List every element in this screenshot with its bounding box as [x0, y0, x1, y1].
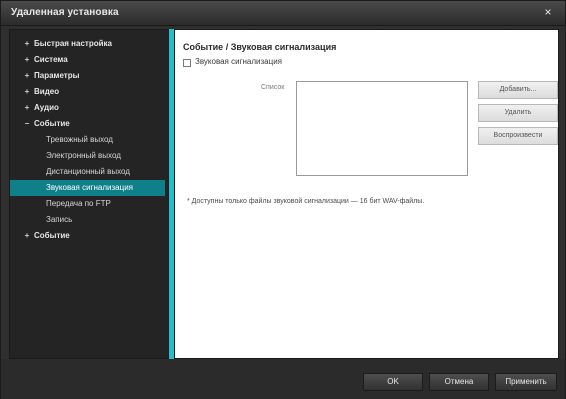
- sidebar-item-label: Видео: [34, 87, 60, 96]
- alarm-sound-checkbox[interactable]: [183, 59, 191, 67]
- sidebar-item[interactable]: Передача по FTP: [10, 196, 168, 212]
- title-bar[interactable]: Удаленная установка ×: [1, 1, 565, 26]
- expand-icon[interactable]: +: [22, 228, 32, 244]
- add-button[interactable]: Добавить...: [478, 81, 558, 99]
- ok-button[interactable]: OK: [363, 373, 423, 391]
- play-button[interactable]: Воспроизвести: [478, 127, 558, 145]
- sidebar-item[interactable]: + Событие: [10, 228, 168, 244]
- sidebar-item[interactable]: Электронный выход: [10, 148, 168, 164]
- sidebar-item[interactable]: + Параметры: [10, 68, 168, 84]
- cancel-button[interactable]: Отмена: [429, 373, 489, 391]
- expand-icon[interactable]: +: [22, 84, 32, 100]
- settings-tree: + Быстрая настройка + Система + Параметры + Вид…: [9, 29, 169, 359]
- sidebar-item[interactable]: Тревожный выход: [10, 132, 168, 148]
- remove-button[interactable]: Удалить: [478, 104, 558, 122]
- window-title: Удаленная установка: [11, 7, 119, 18]
- sidebar-item-label: Быстрая настройка: [34, 39, 112, 48]
- sidebar-item-label: Звуковая сигнализация: [46, 183, 133, 192]
- sidebar-item[interactable]: − Событие: [10, 116, 168, 132]
- sidebar-item[interactable]: + Аудио: [10, 100, 168, 116]
- close-icon[interactable]: ×: [541, 5, 555, 19]
- sidebar-item-label: Запись: [46, 215, 73, 224]
- sidebar-item-label: Дистанционный выход: [46, 167, 130, 176]
- expand-icon[interactable]: +: [22, 36, 32, 52]
- list-label: Список: [261, 84, 285, 91]
- sidebar-item-label: Событие: [34, 231, 70, 240]
- format-note: * Доступны только файлы звуковой сигнали…: [187, 198, 425, 205]
- sidebar-item[interactable]: + Видео: [10, 84, 168, 100]
- remote-setup-window: Удаленная установка × + Быстрая настройка…: [0, 0, 566, 399]
- sound-file-list[interactable]: [296, 81, 468, 176]
- sidebar-item[interactable]: Звуковая сигнализация: [10, 180, 165, 196]
- sidebar-item-label: Тревожный выход: [46, 135, 113, 144]
- sidebar-item-label: Система: [34, 55, 68, 64]
- expand-icon[interactable]: +: [22, 52, 32, 68]
- sidebar-item-label: Электронный выход: [46, 151, 121, 160]
- sidebar-item-label: Параметры: [34, 71, 80, 80]
- sidebar-item[interactable]: + Быстрая настройка: [10, 36, 168, 52]
- alarm-settings-panel: Событие / Звуковая сигнализация Звуковая…: [174, 29, 559, 359]
- sidebar-item[interactable]: + Система: [10, 52, 168, 68]
- sidebar-item-label: Аудио: [34, 103, 59, 112]
- sidebar-item[interactable]: Запись: [10, 212, 168, 228]
- alarm-sound-label[interactable]: Звуковая сигнализация: [195, 57, 282, 66]
- expand-icon[interactable]: +: [22, 68, 32, 84]
- page-title: Событие / Звуковая сигнализация: [183, 42, 337, 52]
- sidebar-item-label: Передача по FTP: [46, 199, 111, 208]
- sidebar-item[interactable]: Дистанционный выход: [10, 164, 168, 180]
- sidebar-item-label: Событие: [34, 119, 70, 128]
- expand-icon[interactable]: +: [22, 100, 32, 116]
- dialog-footer: OK Отмена Применить: [1, 359, 565, 399]
- collapse-icon[interactable]: −: [22, 116, 32, 132]
- apply-button[interactable]: Применить: [495, 373, 557, 391]
